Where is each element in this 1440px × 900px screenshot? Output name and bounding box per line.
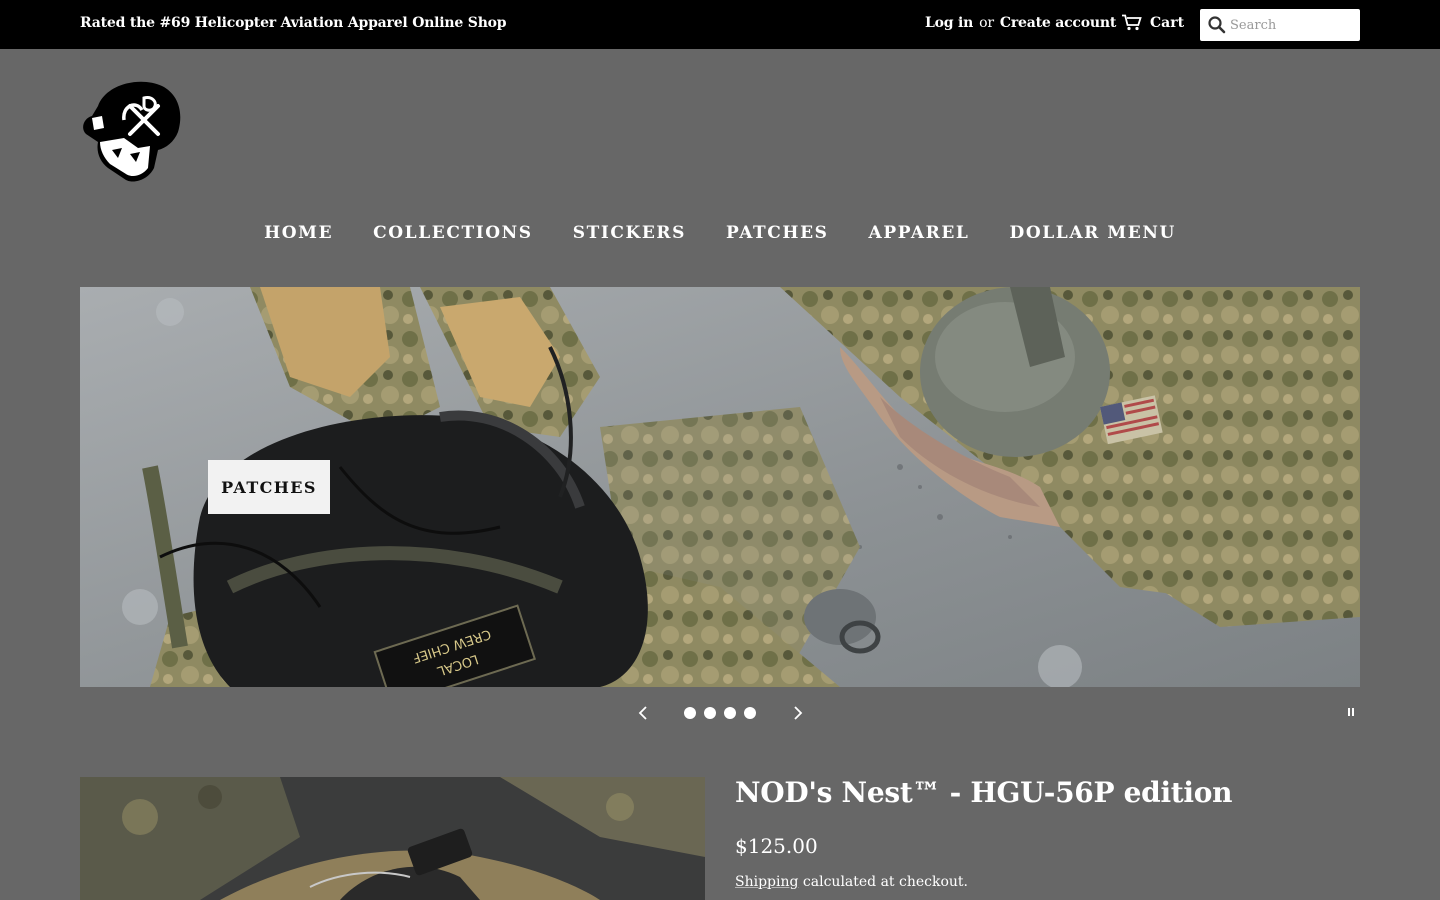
cart-icon bbox=[1122, 14, 1142, 31]
slide-dot[interactable] bbox=[724, 707, 736, 719]
slide-dots bbox=[684, 707, 756, 719]
slideshow-controls bbox=[0, 702, 1440, 724]
product-photo bbox=[80, 777, 705, 900]
chevron-right-icon bbox=[794, 706, 803, 720]
slide-label-button[interactable]: PATCHES bbox=[208, 460, 330, 514]
or-text: or bbox=[979, 15, 994, 31]
main-nav: HOME COLLECTIONS STICKERS PATCHES APPARE… bbox=[0, 223, 1440, 243]
login-link[interactable]: Log in bbox=[925, 15, 973, 31]
slide-dot[interactable] bbox=[704, 707, 716, 719]
shipping-link[interactable]: Shipping bbox=[735, 874, 798, 890]
next-slide-button[interactable] bbox=[787, 702, 809, 724]
account-links: Log in or Create account bbox=[925, 15, 1116, 31]
search-box bbox=[1200, 9, 1360, 41]
product-image[interactable] bbox=[80, 777, 705, 900]
store-logo[interactable] bbox=[78, 76, 184, 186]
slide-dot[interactable] bbox=[744, 707, 756, 719]
shipping-note: Shipping calculated at checkout. bbox=[735, 874, 968, 890]
search-icon[interactable] bbox=[1206, 14, 1228, 36]
nav-item-home[interactable]: HOME bbox=[264, 223, 333, 243]
pause-icon[interactable] bbox=[1348, 708, 1358, 718]
shipping-text: calculated at checkout. bbox=[798, 874, 968, 890]
store-tagline: Rated the #69 Helicopter Aviation Appare… bbox=[80, 15, 507, 31]
nav-item-stickers[interactable]: STICKERS bbox=[573, 223, 686, 243]
cart-label: Cart bbox=[1150, 14, 1185, 31]
nav-item-patches[interactable]: PATCHES bbox=[726, 223, 828, 243]
hero-slideshow[interactable]: CREW CHIEF LOCAL PATCHES bbox=[80, 287, 1360, 687]
nav-item-apparel[interactable]: APPAREL bbox=[869, 223, 970, 243]
search-input[interactable] bbox=[1228, 11, 1350, 39]
announcement-bar: Rated the #69 Helicopter Aviation Appare… bbox=[0, 0, 1440, 49]
slide-dot[interactable] bbox=[684, 707, 696, 719]
nav-item-dollar-menu[interactable]: DOLLAR MENU bbox=[1009, 223, 1175, 243]
prev-slide-button[interactable] bbox=[632, 702, 654, 724]
chevron-left-icon bbox=[638, 706, 647, 720]
cart-link[interactable]: Cart bbox=[1122, 14, 1184, 31]
nav-item-collections[interactable]: COLLECTIONS bbox=[373, 223, 533, 243]
product-title: NOD's Nest™ - HGU-56P edition bbox=[735, 776, 1233, 809]
create-account-link[interactable]: Create account bbox=[1000, 15, 1116, 31]
product-price: $125.00 bbox=[735, 834, 818, 858]
